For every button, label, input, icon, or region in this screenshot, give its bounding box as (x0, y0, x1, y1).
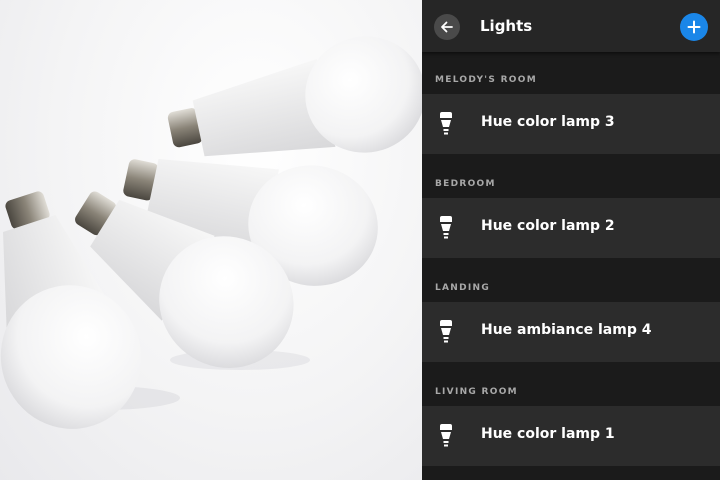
back-arrow-icon (441, 21, 453, 33)
bulb-icon (440, 216, 452, 239)
room-header: MELODY'S ROOM (422, 52, 720, 94)
room-name: LIVING ROOM (435, 387, 518, 397)
bulb-icon (440, 424, 452, 447)
light-name: Hue ambiance lamp 4 (481, 322, 652, 338)
plus-icon (687, 20, 701, 34)
room-name: BEDROOM (435, 179, 496, 189)
back-button[interactable] (434, 14, 460, 40)
room-header: LIVING ROOM (422, 364, 720, 406)
room-name: MELODY'S ROOM (435, 75, 537, 85)
app-bar: Lights (422, 0, 720, 52)
light-bulbs-photo (0, 0, 422, 480)
bulb-icon (440, 112, 452, 135)
light-name: Hue color lamp 2 (481, 218, 615, 234)
room-header: BEDROOM (422, 156, 720, 198)
room-header: LANDING (422, 260, 720, 302)
light-item[interactable]: Hue color lamp 2 (422, 198, 720, 258)
room-name: LANDING (435, 283, 491, 293)
add-light-button[interactable] (680, 13, 708, 41)
bulb-icon (440, 320, 452, 343)
light-name: Hue color lamp 1 (481, 426, 615, 442)
light-item[interactable]: Hue color lamp 1 (422, 406, 720, 466)
light-name: Hue color lamp 3 (481, 114, 615, 130)
page-title: Lights (480, 17, 533, 35)
lights-screen: Lights MELODY'S ROOM Hue color lamp 3 BE… (422, 0, 720, 480)
light-item[interactable]: Hue ambiance lamp 4 (422, 302, 720, 362)
light-item[interactable]: Hue color lamp 3 (422, 94, 720, 154)
bulbs-illustration (0, 36, 422, 429)
